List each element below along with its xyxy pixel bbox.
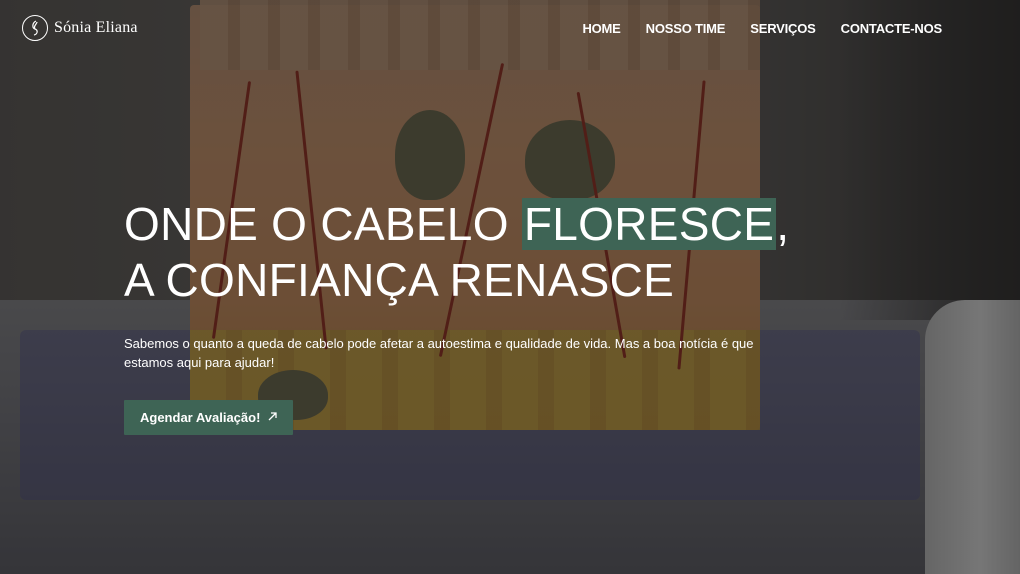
nav-home[interactable]: HOME: [582, 21, 620, 36]
hero-title: ONDE O CABELO FLORESCE, A CONFIANÇA RENAS…: [124, 196, 804, 308]
nav-nosso-time[interactable]: NOSSO TIME: [646, 21, 726, 36]
hero-title-line2: A CONFIANÇA RENASCE: [124, 254, 675, 306]
site-header: Sónia Eliana HOME NOSSO TIME SERVIÇOS CO…: [0, 0, 1020, 56]
hero-title-part1: ONDE O CABELO: [124, 198, 522, 250]
hero-title-highlight: FLORESCE: [521, 198, 777, 250]
cta-label: Agendar Avaliação!: [140, 410, 261, 425]
hero-description: Sabemos o quanto a queda de cabelo pode …: [124, 336, 754, 370]
nav-servicos[interactable]: SERVIÇOS: [750, 21, 816, 36]
schedule-evaluation-button[interactable]: Agendar Avaliação!: [124, 400, 294, 435]
hero-section: ONDE O CABELO FLORESCE, A CONFIANÇA RENAS…: [124, 196, 804, 435]
hero-title-comma: ,: [776, 198, 790, 250]
page: Sónia Eliana HOME NOSSO TIME SERVIÇOS CO…: [0, 0, 1020, 574]
nav-contacte-nos[interactable]: CONTACTE-NOS: [841, 21, 943, 36]
brand-name: Sónia Eliana: [54, 19, 138, 36]
arrow-up-right-icon: [268, 411, 278, 424]
main-nav: HOME NOSSO TIME SERVIÇOS CONTACTE-NOS: [582, 21, 942, 36]
logo-monogram-icon: [22, 15, 48, 41]
brand-logo[interactable]: Sónia Eliana: [22, 15, 138, 41]
